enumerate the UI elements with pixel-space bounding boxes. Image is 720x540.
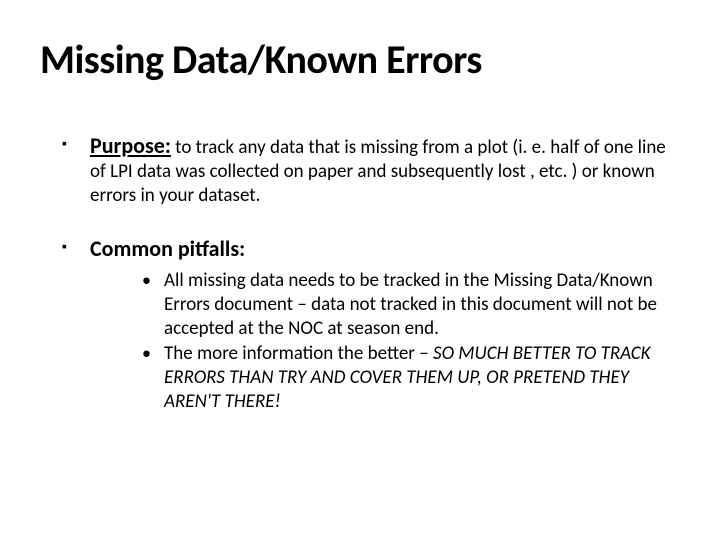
purpose-label: Purpose: xyxy=(90,132,171,159)
purpose-text: to track any data that is missing from a… xyxy=(90,136,666,207)
pitfalls-label: Common pitfalls: xyxy=(90,235,245,262)
slide: Missing Data/Known Errors Purpose: to tr… xyxy=(0,0,720,540)
list-item: The more information the better – SO MUC… xyxy=(142,342,680,413)
list-item: All missing data needs to be tracked in … xyxy=(142,269,680,340)
slide-title: Missing Data/Known Errors xyxy=(40,35,680,84)
pitfalls-sublist: All missing data needs to be tracked in … xyxy=(90,269,680,414)
pitfall-1-text: All missing data needs to be tracked in … xyxy=(164,269,657,340)
slide-body: Purpose: to track any data that is missi… xyxy=(40,132,680,414)
bullet-pitfalls: Common pitfalls: All missing data needs … xyxy=(60,235,680,413)
bullet-purpose: Purpose: to track any data that is missi… xyxy=(60,132,680,207)
pitfall-2-pre: The more information the better – xyxy=(164,342,433,365)
